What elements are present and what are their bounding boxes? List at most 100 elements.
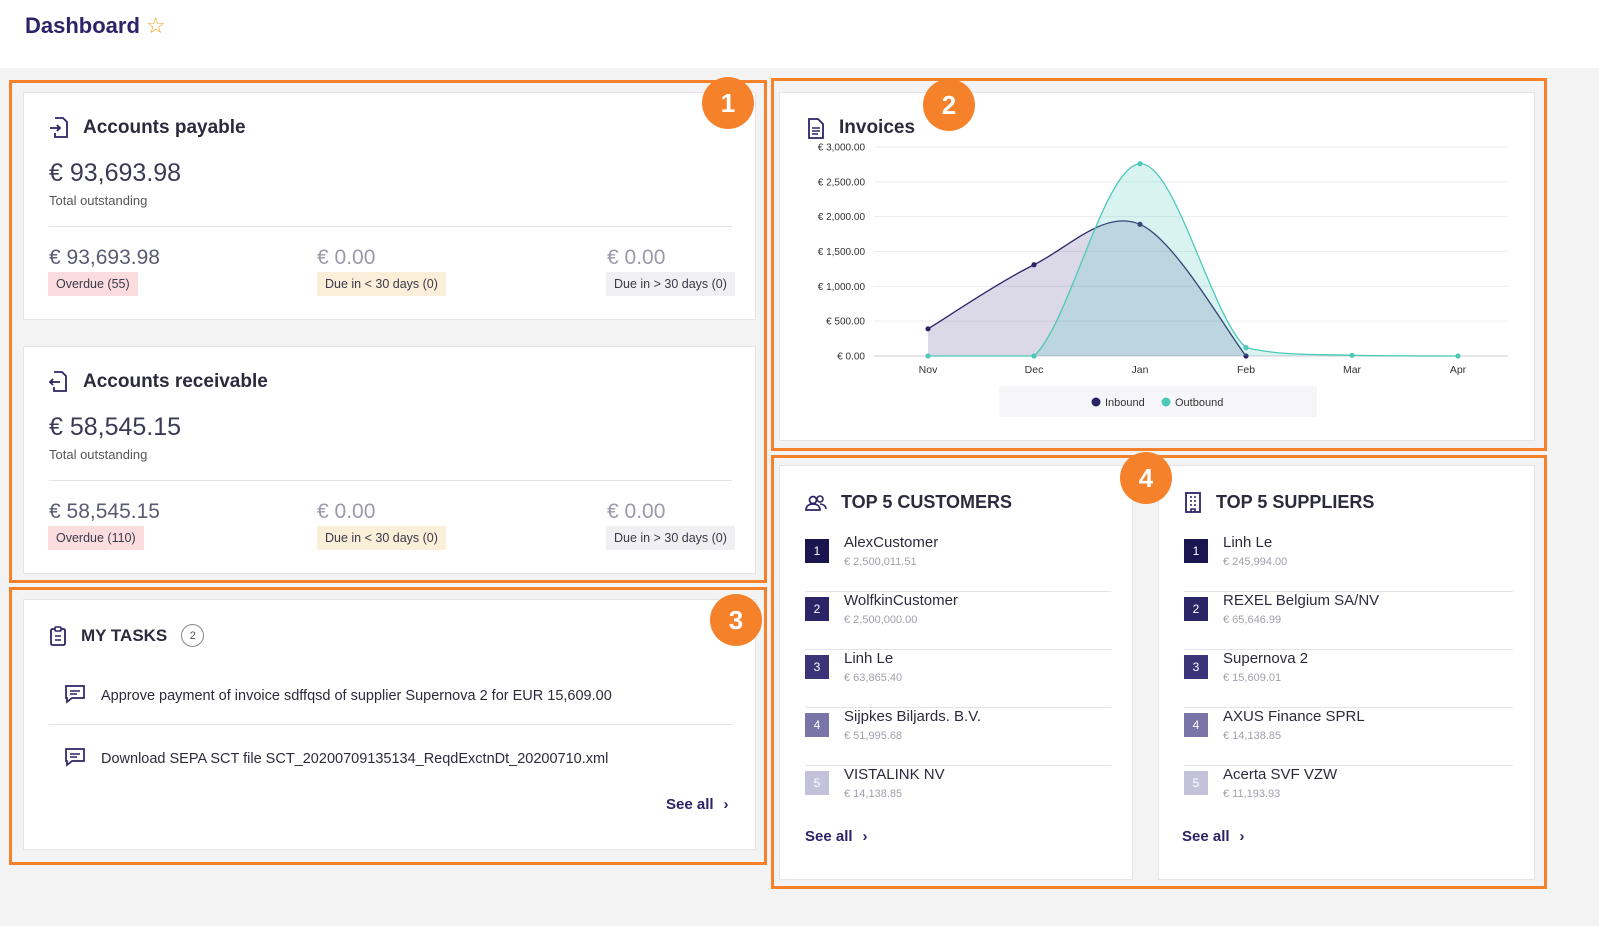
legend-label: Outbound bbox=[1175, 397, 1223, 409]
x-tick-label: Apr bbox=[1450, 364, 1467, 376]
comment-icon bbox=[64, 684, 86, 708]
rank-list-item[interactable]: 5 VISTALINK NV € 14,138.85 bbox=[805, 766, 1111, 824]
y-tick-label: € 1,000.00 bbox=[818, 282, 866, 293]
accounts-receivable-due-lt30-tag[interactable]: Due in < 30 days (0) bbox=[317, 526, 446, 550]
accounts-payable-title: Accounts payable bbox=[83, 117, 246, 138]
x-tick-label: Dec bbox=[1025, 364, 1044, 376]
rank-list-item[interactable]: 4 AXUS Finance SPRL € 14,138.85 bbox=[1184, 708, 1513, 766]
accounts-receivable-due-lt30-amount: € 0.00 bbox=[317, 500, 376, 523]
rank-number: 1 bbox=[1184, 539, 1208, 563]
rank-name: VISTALINK NV bbox=[844, 766, 945, 783]
rank-number: 5 bbox=[1184, 771, 1208, 795]
data-point-outbound bbox=[925, 353, 931, 359]
rank-name: AlexCustomer bbox=[844, 534, 939, 551]
x-tick-label: Feb bbox=[1237, 364, 1255, 376]
rank-amount: € 51,995.68 bbox=[844, 730, 903, 742]
rank-name: Acerta SVF VZW bbox=[1223, 766, 1338, 783]
rank-amount: € 14,138.85 bbox=[844, 788, 903, 800]
rank-list-item[interactable]: 1 AlexCustomer € 2,500,011.51 bbox=[805, 534, 1111, 592]
accounts-receivable-card: Accounts receivable € 58,545.15 Total ou… bbox=[23, 346, 756, 574]
rank-list-item[interactable]: 2 WolfkinCustomer € 2,500,000.00 bbox=[805, 592, 1111, 650]
rank-amount: € 2,500,000.00 bbox=[844, 614, 918, 626]
accounts-payable-overdue-tag[interactable]: Overdue (55) bbox=[48, 272, 138, 296]
x-tick-label: Jan bbox=[1132, 364, 1149, 376]
accounts-payable-due-gt30-amount: € 0.00 bbox=[607, 246, 666, 269]
rank-name: AXUS Finance SPRL bbox=[1223, 708, 1365, 725]
top-customers-title: TOP 5 CUSTOMERS bbox=[841, 492, 1013, 512]
accounts-receivable-overdue-amount: € 58,545.15 bbox=[49, 500, 160, 523]
data-point-outbound bbox=[1349, 352, 1355, 358]
rank-name: WolfkinCustomer bbox=[844, 592, 958, 609]
rank-number: 4 bbox=[1184, 713, 1208, 737]
legend-marker bbox=[1091, 397, 1101, 407]
task-count-badge: 2 bbox=[181, 624, 205, 647]
accounts-receivable-due-gt30-tag[interactable]: Due in > 30 days (0) bbox=[606, 526, 735, 550]
rank-name: Supernova 2 bbox=[1223, 650, 1309, 667]
comment-icon bbox=[64, 747, 86, 771]
suppliers-see-all-link[interactable]: See all › bbox=[1182, 828, 1245, 845]
divider bbox=[49, 480, 732, 481]
rank-list-item[interactable]: 4 Sijpkes Biljards. B.V. € 51,995.68 bbox=[805, 708, 1111, 766]
x-tick-label: Mar bbox=[1343, 364, 1362, 376]
accounts-receivable-total: € 58,545.15 bbox=[49, 413, 182, 441]
my-tasks-header: MY TASKS 2 bbox=[49, 624, 205, 647]
annotation-badge-4: 4 bbox=[1120, 452, 1172, 504]
data-point-inbound bbox=[1031, 262, 1037, 268]
task-item[interactable]: Download SEPA SCT file SCT_2020070913513… bbox=[64, 747, 608, 771]
accounts-receivable-overdue-tag[interactable]: Overdue (110) bbox=[48, 526, 144, 550]
y-tick-label: € 1,500.00 bbox=[818, 247, 866, 258]
accounts-payable-overdue-amount: € 93,693.98 bbox=[49, 246, 160, 269]
data-point-outbound bbox=[1137, 161, 1143, 167]
accounts-payable-total-label: Total outstanding bbox=[49, 193, 148, 208]
divider bbox=[49, 226, 732, 227]
see-all-label: See all bbox=[805, 828, 853, 845]
rank-list-item[interactable]: 1 Linh Le € 245,994.00 bbox=[1184, 534, 1513, 592]
accounts-payable-total: € 93,693.98 bbox=[49, 159, 182, 187]
chevron-right-icon: › bbox=[723, 796, 729, 813]
rank-amount: € 63,865.40 bbox=[844, 672, 903, 684]
accounts-payable-header: Accounts payable bbox=[49, 117, 246, 139]
rank-name: Sijpkes Biljards. B.V. bbox=[844, 708, 982, 725]
chevron-right-icon: › bbox=[1239, 828, 1245, 845]
accounts-receivable-total-label: Total outstanding bbox=[49, 447, 148, 462]
building-icon bbox=[1184, 492, 1202, 513]
rank-list-item[interactable]: 2 REXEL Belgium SA/NV € 65,646.99 bbox=[1184, 592, 1513, 650]
chevron-right-icon: › bbox=[862, 828, 868, 845]
chart-legend bbox=[999, 386, 1317, 417]
star-icon[interactable]: ☆ bbox=[146, 13, 166, 39]
rank-amount: € 15,609.01 bbox=[1223, 672, 1282, 684]
rank-number: 2 bbox=[1184, 597, 1208, 621]
accounts-payable-due-lt30-tag[interactable]: Due in < 30 days (0) bbox=[317, 272, 446, 296]
rank-list-item[interactable]: 5 Acerta SVF VZW € 11,193.93 bbox=[1184, 766, 1513, 824]
file-import-icon bbox=[49, 117, 69, 139]
tasks-see-all-link[interactable]: See all › bbox=[666, 796, 729, 813]
accounts-receivable-title: Accounts receivable bbox=[83, 371, 268, 392]
y-tick-label: € 2,000.00 bbox=[818, 212, 866, 223]
rank-list-item[interactable]: 3 Supernova 2 € 15,609.01 bbox=[1184, 650, 1513, 708]
y-tick-label: € 500.00 bbox=[826, 317, 865, 328]
rank-amount: € 11,193.93 bbox=[1223, 788, 1281, 800]
data-point-inbound bbox=[925, 326, 931, 332]
top-suppliers-title: TOP 5 SUPPLIERS bbox=[1216, 492, 1375, 512]
rank-name: Linh Le bbox=[1223, 534, 1273, 551]
y-tick-label: € 3,000.00 bbox=[818, 143, 866, 154]
users-icon bbox=[805, 493, 827, 513]
rank-name: REXEL Belgium SA/NV bbox=[1223, 592, 1380, 609]
legend-label: Inbound bbox=[1105, 397, 1145, 409]
y-tick-label: € 2,500.00 bbox=[818, 177, 866, 188]
accounts-payable-due-lt30-amount: € 0.00 bbox=[317, 246, 376, 269]
top-suppliers-card: TOP 5 SUPPLIERS 1 Linh Le € 245,994.00 2 REX… bbox=[1158, 465, 1535, 880]
rank-amount: € 14,138.85 bbox=[1223, 730, 1282, 742]
rank-list-item[interactable]: 3 Linh Le € 63,865.40 bbox=[805, 650, 1111, 708]
accounts-payable-card: Accounts payable € 93,693.98 Total outst… bbox=[23, 92, 756, 320]
invoices-chart: € 0.00 € 500.00 € 1,000.00 € 1,500.00 € 2,00… bbox=[818, 143, 1508, 417]
invoices-card: Invoices € 0.00 € 500.00 € 1,000.00 € 1,500… bbox=[779, 92, 1535, 441]
data-point-outbound bbox=[1243, 345, 1249, 351]
accounts-payable-due-gt30-tag[interactable]: Due in > 30 days (0) bbox=[606, 272, 735, 296]
top-suppliers-header: TOP 5 SUPPLIERS bbox=[1184, 492, 1374, 513]
my-tasks-title: MY TASKS bbox=[81, 625, 168, 645]
customers-see-all-link[interactable]: See all › bbox=[805, 828, 868, 845]
task-item[interactable]: Approve payment of invoice sdffqsd of su… bbox=[64, 684, 612, 708]
file-export-icon bbox=[49, 371, 69, 393]
my-tasks-card: MY TASKS 2 Approve payment of invoice sd… bbox=[23, 599, 756, 850]
